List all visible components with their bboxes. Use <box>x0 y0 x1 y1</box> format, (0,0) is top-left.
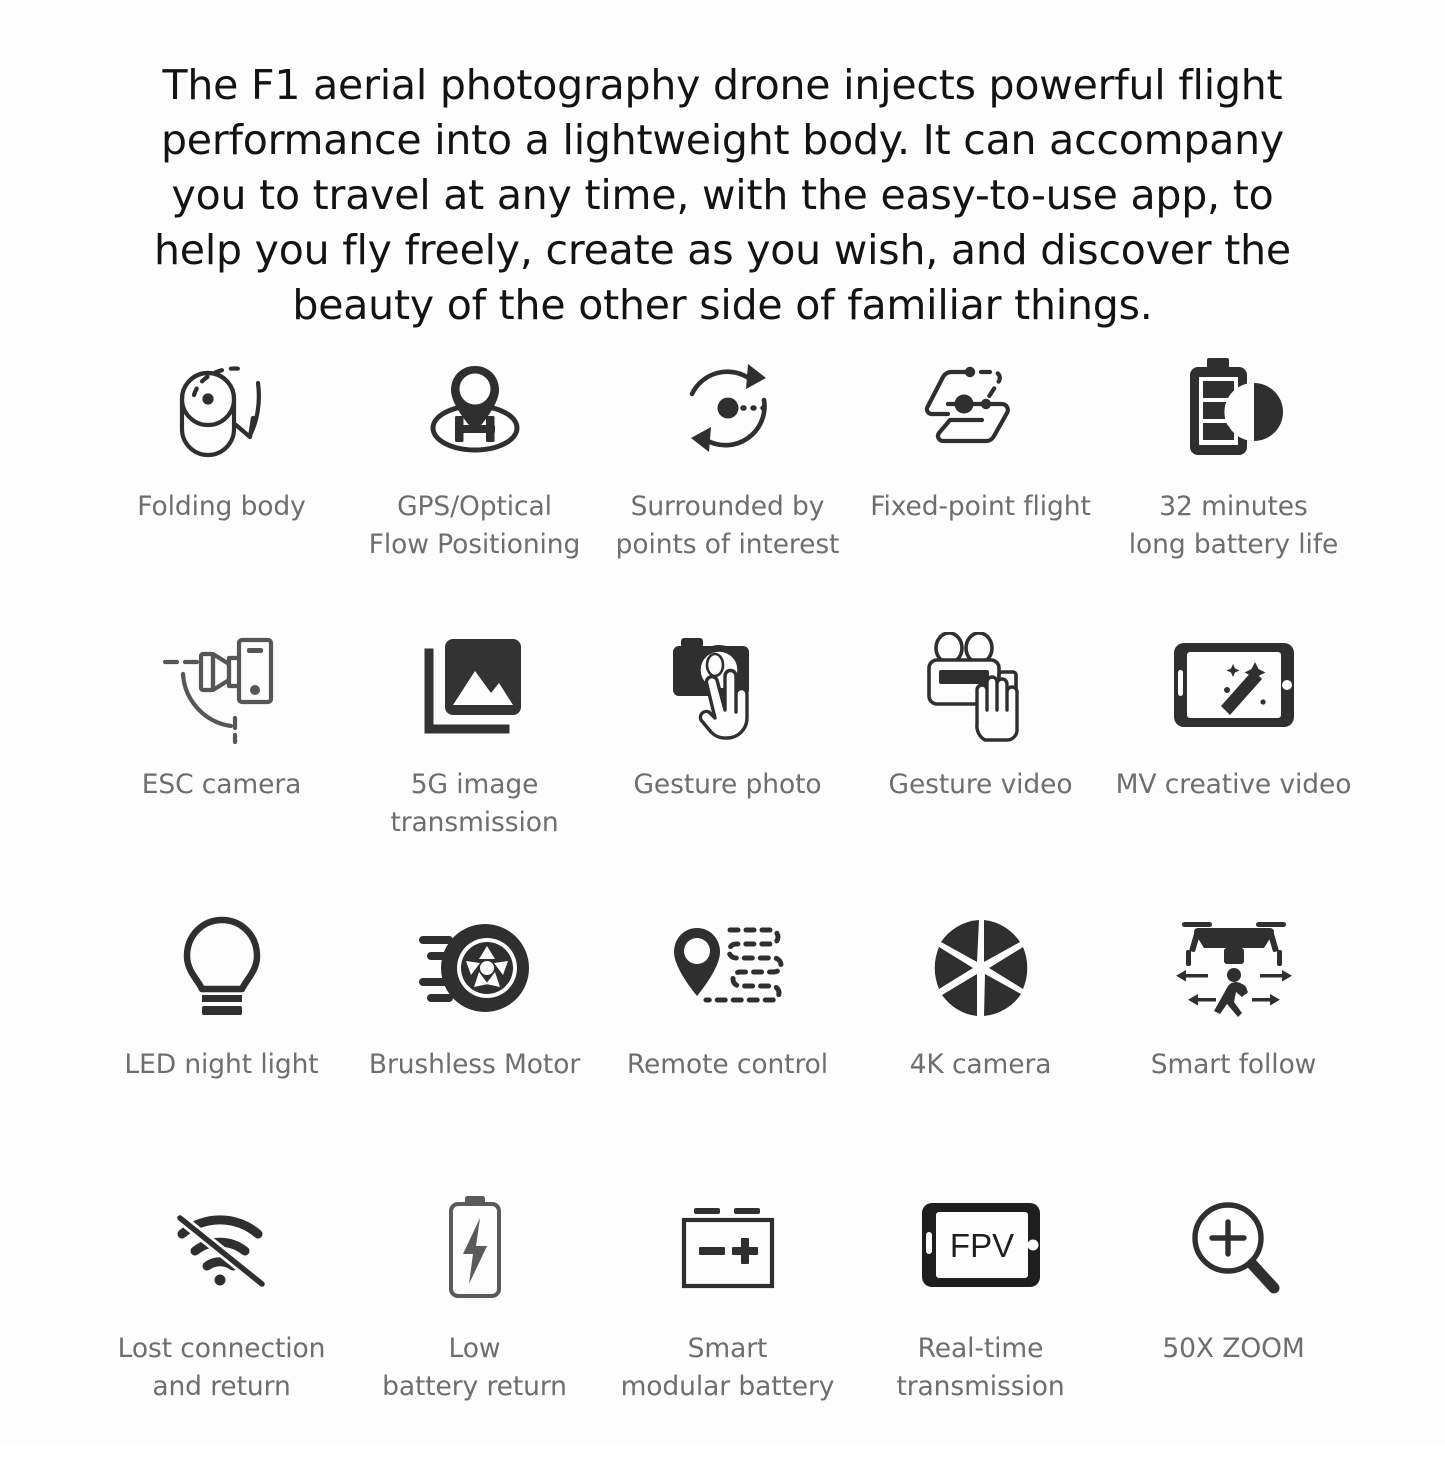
battery-clock-icon <box>1159 348 1309 468</box>
photo-stack-icon <box>400 628 550 748</box>
feature-label: Real-time transmission <box>896 1333 1065 1402</box>
fpv-tablet-icon: FPV <box>906 1188 1056 1308</box>
feature-label: 5G image transmission <box>390 769 559 838</box>
feature-item-4k-camera[interactable]: 4K camera <box>854 908 1107 1188</box>
pin-dashed-route-icon <box>653 908 803 1028</box>
page-headline: The F1 aerial photography drone injects … <box>154 61 1291 329</box>
feature-label: GPS/Optical Flow Positioning <box>368 491 581 560</box>
feature-item-smart-follow[interactable]: Smart follow <box>1107 908 1360 1188</box>
aperture-icon <box>906 908 1056 1028</box>
feature-label: LED night light <box>124 1049 319 1080</box>
feature-item-remote-control[interactable]: Remote control <box>601 908 854 1188</box>
feature-label: 32 minutes long battery life <box>1128 491 1339 560</box>
feature-item-led-night-light[interactable]: LED night light <box>95 908 348 1188</box>
camcorder-palm-icon <box>906 628 1056 748</box>
feature-item-mv-creative-video[interactable]: MV creative video <box>1107 628 1360 908</box>
feature-label: Brushless Motor <box>368 1049 581 1080</box>
feature-item-lost-connection[interactable]: Lost connection and return <box>95 1188 348 1468</box>
feature-item-realtime-transmission[interactable]: FPV Real-time transmission <box>854 1188 1107 1468</box>
fpv-label: FPV <box>949 1227 1013 1264</box>
battery-bolt-icon <box>400 1188 550 1308</box>
folding-body-icon <box>147 348 297 468</box>
feature-item-gesture-photo[interactable]: Gesture photo <box>601 628 854 908</box>
feature-label: Surrounded by points of interest <box>615 491 840 560</box>
tablet-magic-wand-icon <box>1159 628 1309 748</box>
feature-label: Gesture photo <box>633 769 822 800</box>
feature-label: Lost connection and return <box>117 1333 326 1402</box>
feature-label: Remote control <box>626 1049 829 1080</box>
feature-label: 4K camera <box>909 1049 1052 1080</box>
feature-label: Fixed-point flight <box>870 491 1091 522</box>
feature-label: Low battery return <box>382 1333 567 1402</box>
wifi-off-icon <box>147 1188 297 1308</box>
feature-item-battery-life[interactable]: 32 minutes long battery life <box>1107 348 1360 628</box>
drone-follow-runner-icon <box>1159 908 1309 1028</box>
feature-label: Gesture video <box>888 769 1073 800</box>
map-pin-helipad-icon <box>400 348 550 468</box>
feature-item-gps-optical-flow[interactable]: GPS/Optical Flow Positioning <box>348 348 601 628</box>
infographic-page: The F1 aerial photography drone injects … <box>0 0 1445 1445</box>
feature-item-50x-zoom[interactable]: 50X ZOOM <box>1107 1188 1360 1468</box>
feature-label: MV creative video <box>1115 769 1352 800</box>
feature-item-folding-body[interactable]: Folding body <box>95 348 348 628</box>
wheel-motor-icon <box>400 908 550 1028</box>
feature-label: Folding body <box>137 491 306 522</box>
feature-item-brushless-motor[interactable]: Brushless Motor <box>348 908 601 1188</box>
feature-label: Smart follow <box>1150 1049 1317 1080</box>
feature-item-gesture-video[interactable]: Gesture video <box>854 628 1107 908</box>
magnifier-plus-icon <box>1159 1188 1309 1308</box>
battery-terminals-icon <box>653 1188 803 1308</box>
feature-item-esc-camera[interactable]: ESC camera <box>95 628 348 908</box>
camera-peace-hand-icon <box>653 628 803 748</box>
feature-item-5g-image-transmission[interactable]: 5G image transmission <box>348 628 601 908</box>
waypoint-path-icon <box>906 348 1056 468</box>
feature-label: 50X ZOOM <box>1162 1333 1305 1364</box>
lightbulb-icon <box>147 908 297 1028</box>
feature-label: Smart modular battery <box>620 1333 835 1402</box>
feature-label: ESC camera <box>141 769 302 800</box>
feature-item-low-battery-return[interactable]: Low battery return <box>348 1188 601 1468</box>
gimbal-camera-icon <box>147 628 297 748</box>
feature-item-surround-poi[interactable]: Surrounded by points of interest <box>601 348 854 628</box>
feature-item-fixed-point-flight[interactable]: Fixed-point flight <box>854 348 1107 628</box>
feature-item-smart-modular-battery[interactable]: Smart modular battery <box>601 1188 854 1468</box>
orbit-arrows-icon <box>653 348 803 468</box>
feature-grid: Folding body GPS/Optical Flow Positionin… <box>95 348 1360 1468</box>
